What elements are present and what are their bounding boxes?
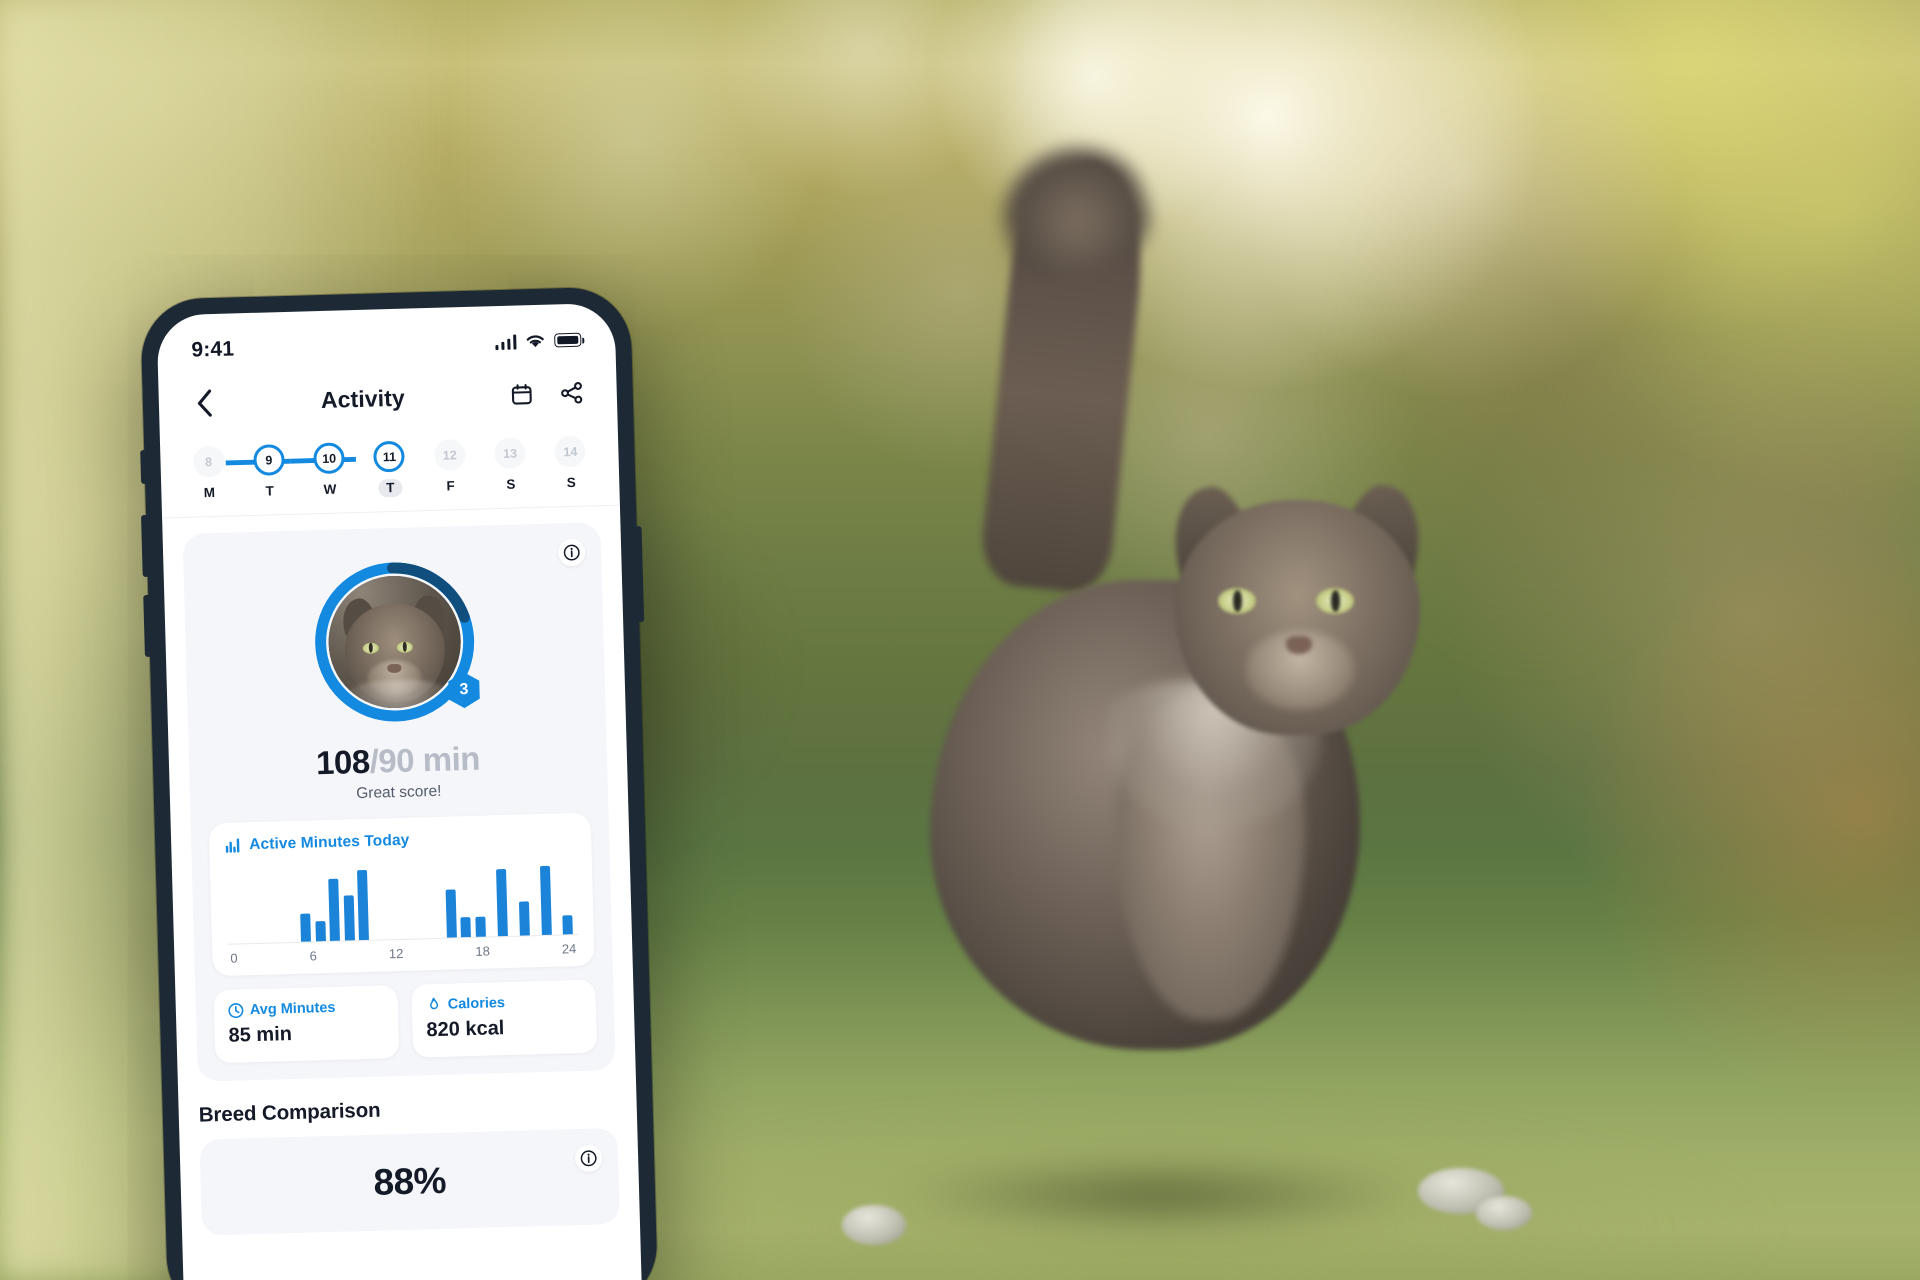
week-day-label: T bbox=[265, 483, 275, 499]
chart-bar bbox=[445, 889, 457, 938]
stat-label: Calories bbox=[447, 995, 506, 1013]
calendar-icon bbox=[511, 384, 532, 405]
week-day-5[interactable]: 13 S bbox=[488, 437, 534, 494]
activity-score: 108/90 min bbox=[207, 737, 590, 786]
stat-tile-calories[interactable]: Calories 820 kcal bbox=[411, 979, 598, 1058]
chart-bar bbox=[518, 901, 530, 936]
week-day-date: 11 bbox=[373, 440, 406, 473]
battery-icon bbox=[554, 332, 582, 348]
cat-nose bbox=[1286, 636, 1312, 654]
page-title: Activity bbox=[320, 384, 406, 413]
activity-summary-card: 3 108/90 min Great score! Active Minutes… bbox=[182, 522, 616, 1082]
share-icon bbox=[561, 382, 583, 404]
cat-leg bbox=[1062, 1010, 1130, 1200]
score-goal: /90 min bbox=[369, 739, 481, 780]
scroll-content: 3 108/90 min Great score! Active Minutes… bbox=[162, 506, 640, 1237]
week-day-date: 10 bbox=[313, 442, 346, 475]
week-day-label: M bbox=[203, 484, 216, 501]
chart-bar bbox=[460, 916, 472, 938]
chart-tick-label: 0 bbox=[230, 950, 238, 966]
nav-actions bbox=[504, 376, 589, 412]
chart-bar bbox=[562, 915, 574, 935]
breed-comparison-card: 88% bbox=[199, 1127, 620, 1236]
week-day-6[interactable]: 14 S bbox=[548, 435, 594, 492]
chart-bar bbox=[314, 920, 326, 942]
week-day-1[interactable]: 9 T bbox=[246, 444, 292, 501]
week-day-selector[interactable]: 8 M 9 T 10 W 11 T 12 F 13 S 14 S bbox=[159, 422, 620, 519]
bar-chart-icon bbox=[225, 838, 240, 853]
stat-head: Calories bbox=[426, 993, 582, 1013]
active-minutes-chart-card: Active Minutes Today 0 6 12 18 24 bbox=[208, 812, 595, 977]
cat-avatar[interactable] bbox=[326, 574, 463, 710]
week-day-label: S bbox=[566, 474, 576, 491]
status-time: 9:41 bbox=[191, 337, 235, 362]
week-day-date: 8 bbox=[192, 445, 225, 478]
stat-head: Avg Minutes bbox=[228, 998, 384, 1018]
cat-leg bbox=[1202, 1000, 1276, 1200]
chart-bar bbox=[357, 869, 370, 941]
status-icons bbox=[494, 332, 582, 350]
chart-bar bbox=[495, 868, 508, 937]
week-day-date: 14 bbox=[554, 435, 587, 468]
stat-label: Avg Minutes bbox=[249, 999, 336, 1019]
breed-comparison-title: Breed Comparison bbox=[198, 1098, 381, 1127]
cat-pupil-left bbox=[1233, 590, 1242, 612]
info-icon bbox=[563, 544, 580, 561]
cat-leg bbox=[1293, 978, 1372, 1172]
flame-icon bbox=[430, 997, 439, 1010]
week-day-4[interactable]: 12 F bbox=[427, 438, 473, 496]
volume-down-button[interactable] bbox=[143, 594, 152, 658]
chart-tick-label: 6 bbox=[309, 948, 318, 964]
chart-bar bbox=[328, 878, 341, 941]
stat-value: 85 min bbox=[228, 1023, 293, 1047]
chart-bar bbox=[300, 913, 311, 942]
week-day-label: S bbox=[506, 476, 516, 492]
activity-info-button[interactable] bbox=[557, 538, 586, 567]
week-day-3[interactable]: 11 T bbox=[367, 440, 413, 498]
chart-tick-label: 12 bbox=[388, 945, 404, 962]
chart-tick-label: 24 bbox=[561, 941, 577, 957]
chart-title: Active Minutes Today bbox=[249, 831, 410, 854]
chart-bar bbox=[475, 916, 486, 937]
calendar-button[interactable] bbox=[504, 377, 539, 412]
share-button[interactable] bbox=[554, 376, 589, 411]
week-day-date: 9 bbox=[252, 444, 285, 476]
week-day-date: 12 bbox=[433, 438, 466, 471]
back-button[interactable] bbox=[186, 386, 221, 421]
week-day-0[interactable]: 8 M bbox=[186, 445, 232, 503]
chart-x-axis: 0 6 12 18 24 bbox=[228, 941, 578, 966]
chart-plot-area bbox=[225, 857, 578, 945]
chart-bar bbox=[343, 895, 355, 941]
stat-tile-avg-minutes[interactable]: Avg Minutes 85 min bbox=[213, 985, 400, 1064]
ground-stone bbox=[842, 1205, 906, 1245]
cat-pupil-right bbox=[1331, 590, 1340, 612]
chevron-left-icon bbox=[197, 389, 212, 417]
week-day-label: W bbox=[323, 481, 337, 497]
phone-mockup: 9:41 Activity 8 M 9 T 10 W 11 T 12 F 13 … bbox=[140, 286, 659, 1280]
signal-bars-icon bbox=[494, 334, 517, 350]
week-day-label: F bbox=[446, 478, 455, 494]
clock-icon bbox=[228, 1003, 244, 1019]
ground-stone bbox=[1476, 1196, 1532, 1230]
stat-value: 820 kcal bbox=[426, 1017, 505, 1042]
info-icon bbox=[580, 1150, 597, 1167]
activity-progress-ring: 3 bbox=[308, 556, 481, 729]
volume-up-button[interactable] bbox=[141, 514, 150, 578]
stat-tiles: Avg Minutes 85 min Calories 820 kcal bbox=[213, 979, 598, 1064]
breed-info-button[interactable] bbox=[574, 1144, 603, 1173]
week-day-label: T bbox=[377, 478, 403, 498]
week-day-2[interactable]: 10 W bbox=[307, 442, 353, 499]
wifi-icon bbox=[526, 334, 544, 347]
chart-bar bbox=[539, 866, 552, 936]
week-day-date: 13 bbox=[494, 437, 526, 470]
chart-title-row: Active Minutes Today bbox=[225, 827, 575, 855]
breed-percent: 88% bbox=[373, 1159, 447, 1203]
phone-screen: 9:41 Activity 8 M 9 T 10 W 11 T 12 F 13 … bbox=[156, 302, 643, 1280]
chart-tick-label: 18 bbox=[475, 943, 491, 959]
silent-switch-button[interactable] bbox=[140, 449, 148, 485]
score-value: 108 bbox=[315, 742, 371, 782]
